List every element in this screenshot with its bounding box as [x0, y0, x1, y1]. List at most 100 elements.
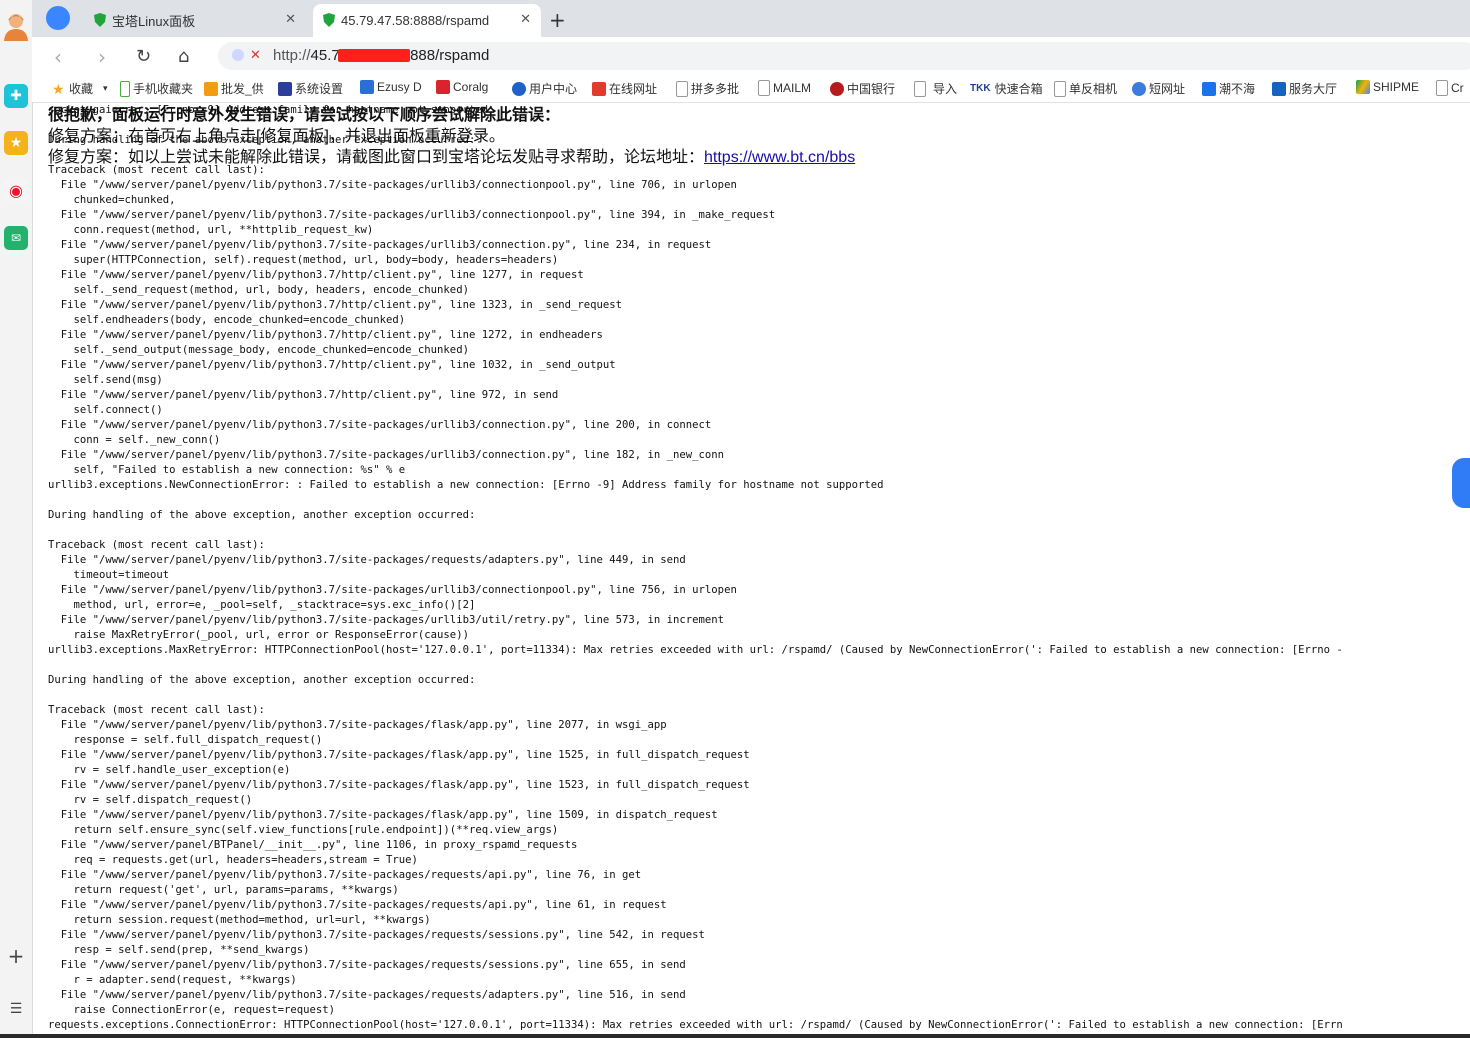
error-fix-2: 修复方案：如以上尝试未能解除此错误，请截图此窗口到宝塔论坛发贴寻求帮助，论坛地址…	[48, 147, 855, 168]
tab-rspamd[interactable]: 45.79.47.58:8888/rspamd ✕	[313, 4, 541, 37]
error-fix-1: 修复方案：在首页右上角点击[修复面板]，并退出面板重新登录。	[48, 128, 505, 145]
bookmark-label: 潮不海	[1219, 82, 1256, 96]
browser-toolbar: ‹ › ↻ ⌂ ✕ http://45.78888/rspamd ▦	[32, 37, 1470, 74]
bookmark-item[interactable]: Ezusy D	[360, 80, 424, 94]
back-icon[interactable]: ‹	[54, 45, 62, 69]
bookmark-label: 收藏	[69, 82, 94, 96]
error-title: 很抱歉，面板运行时意外发生错误，请尝试按以下顺序尝试解除此错误：	[48, 107, 561, 124]
shield-icon	[94, 13, 106, 27]
favicon-icon	[278, 81, 292, 96]
bookmark-label: 在线网址	[609, 82, 658, 96]
bookmark-item[interactable]: 潮不海	[1202, 80, 1260, 97]
favicon-icon	[1202, 81, 1216, 96]
bookmark-item[interactable]: MAILM	[758, 80, 818, 96]
bookmark-item[interactable]: 单反相机	[1054, 80, 1122, 97]
tab-title: 45.79.47.58:8888/rspamd	[341, 13, 490, 28]
bookmark-item[interactable]: 手机收藏夹	[120, 80, 196, 97]
bookmark-label: Cr	[1451, 81, 1464, 95]
traceback-text: socket.gaierror: [Errno -9] Address fami…	[48, 104, 1343, 1031]
user-avatar-icon[interactable]	[3, 12, 29, 42]
bookmarks-bar: ★ 收藏 ▾ 手机收藏夹 批发_供 系统设置 Ezusy D Coralg 用户中心…	[32, 74, 1470, 103]
plus-icon[interactable]: +	[4, 944, 28, 968]
bookmark-item[interactable]: 批发_供	[204, 80, 266, 97]
favicon-icon	[1272, 81, 1286, 96]
mail-icon[interactable]: ✉	[4, 226, 28, 250]
chevron-down-icon: ▾	[103, 83, 108, 93]
forward-icon[interactable]: ›	[98, 45, 106, 69]
not-secure-icon: ✕	[250, 47, 261, 62]
bookmark-label: 用户中心	[529, 82, 578, 96]
bookmark-item[interactable]: TKK 快速合箱	[970, 80, 1042, 97]
favicon-icon	[592, 81, 606, 96]
bookmark-label: 拼多多批	[691, 82, 740, 96]
star-icon[interactable]: ★	[4, 131, 28, 155]
error-fix-2-text: 修复方案：如以上尝试未能解除此错误，请截图此窗口到宝塔论坛发贴寻求帮助，论坛地址…	[48, 149, 705, 166]
bookmark-label: MAILM	[773, 81, 812, 95]
bookmark-item[interactable]: 服务大厅	[1272, 80, 1346, 97]
health-icon[interactable]: ✚	[4, 84, 28, 108]
address-bar[interactable]: ✕ http://45.78888/rspamd ▦	[218, 42, 1470, 70]
bookmark-label: 系统设置	[295, 82, 344, 96]
bookmark-label: 短网址	[1149, 82, 1186, 96]
favicon-icon	[436, 80, 450, 94]
tkk-logo: TKK	[970, 83, 991, 94]
bookmark-item[interactable]: 拼多多批	[676, 80, 746, 97]
bookmark-label: 快速合箱	[994, 82, 1042, 96]
page-icon	[1054, 80, 1066, 97]
favicon-icon	[1132, 81, 1146, 96]
browser-sidebar: ✚ ★ ◉ ✉ + ☰	[0, 0, 33, 1038]
url-scheme: http://	[273, 47, 311, 64]
bookmark-label: Coralg	[453, 80, 489, 94]
bookmark-item[interactable]: 用户中心	[512, 80, 580, 97]
url-host-start: 45.7	[310, 47, 340, 64]
bookmark-item[interactable]: ★ 收藏 ▾	[52, 80, 108, 97]
star-icon: ★	[52, 80, 65, 97]
close-icon[interactable]: ✕	[285, 12, 296, 27]
error-message: 很抱歉，面板运行时意外发生错误，请尝试按以下顺序尝试解除此错误： 修复方案：在首…	[48, 105, 855, 168]
shield-icon	[323, 13, 335, 27]
weibo-icon[interactable]: ◉	[4, 179, 28, 203]
bookmark-label: 导入	[933, 82, 958, 96]
phone-icon	[120, 80, 130, 97]
new-tab-icon[interactable]: +	[549, 8, 566, 32]
bookmark-label: 单反相机	[1069, 82, 1118, 96]
navigation-icon[interactable]	[46, 6, 70, 30]
bookmark-item[interactable]: SHIPME	[1356, 80, 1422, 94]
taskbar-edge	[0, 1034, 1470, 1038]
bookmark-item[interactable]: 导入	[914, 80, 962, 97]
bookmark-label: 手机收藏夹	[133, 82, 194, 96]
page-icon	[758, 80, 770, 96]
bookmark-item[interactable]: 在线网址	[592, 80, 662, 97]
home-icon[interactable]: ⌂	[178, 46, 189, 67]
floating-helper-icon[interactable]	[1452, 458, 1470, 508]
tab-bt-panel[interactable]: 宝塔Linux面板 ✕	[84, 4, 306, 37]
tab-bar: 宝塔Linux面板 ✕ 45.79.47.58:8888/rspamd ✕ +	[32, 0, 1470, 37]
favicon-icon	[360, 80, 374, 94]
bookmark-label: 服务大厅	[1289, 82, 1338, 96]
bookmark-item[interactable]: 系统设置	[278, 80, 346, 97]
bookmark-label: 中国银行	[847, 82, 896, 96]
redaction-mark	[338, 49, 410, 62]
bookmark-item[interactable]: 短网址	[1132, 80, 1190, 97]
favicon-icon	[204, 81, 218, 96]
bookmark-item[interactable]: Coralg	[436, 80, 498, 94]
favicon-icon	[830, 81, 844, 96]
bookmark-label: Ezusy D	[377, 80, 422, 94]
reload-icon[interactable]: ↻	[136, 46, 151, 67]
bookmark-item[interactable]: Cr	[1436, 80, 1470, 96]
close-icon[interactable]: ✕	[520, 12, 531, 27]
bookmark-label: SHIPME	[1373, 80, 1420, 94]
bookmark-item[interactable]: 中国银行	[830, 80, 900, 97]
favicon-icon	[512, 81, 526, 96]
drive-icon	[1356, 80, 1370, 94]
tab-title: 宝塔Linux面板	[112, 14, 196, 29]
list-icon[interactable]: ☰	[4, 997, 28, 1021]
bookmark-label: 批发_供	[221, 82, 264, 96]
forum-link[interactable]: https://www.bt.cn/bbs	[704, 149, 855, 166]
page-icon	[1436, 80, 1448, 96]
page-content: socket.gaierror: [Errno -9] Address fami…	[40, 103, 1470, 1038]
page-icon	[914, 80, 926, 97]
site-info-icon[interactable]	[232, 49, 244, 61]
url-host-end: 8888/rspamd	[401, 47, 490, 64]
page-icon	[676, 80, 688, 97]
